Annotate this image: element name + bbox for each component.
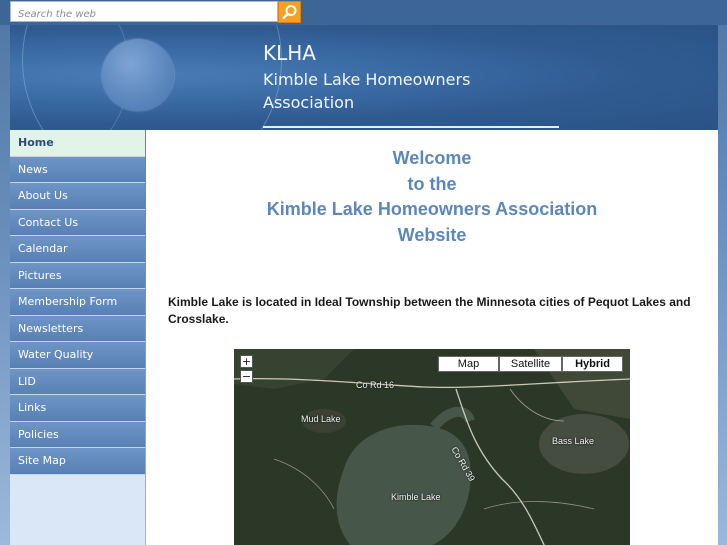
welcome-heading: Welcome to the Kimble Lake Homeowners As…	[146, 146, 718, 248]
nav-item-about-us[interactable]: About Us	[10, 183, 145, 210]
welcome-line: Welcome	[392, 148, 472, 168]
search-icon	[282, 5, 296, 20]
nav-item-contact-us[interactable]: Contact Us	[10, 209, 145, 236]
search-input[interactable]	[11, 5, 277, 24]
sidebar-nav: Home News About Us Contact Us Calendar P…	[10, 130, 145, 545]
nav-item-news[interactable]: News	[10, 156, 145, 183]
welcome-line: Kimble Lake Homeowners Association	[266, 199, 598, 219]
header-divider	[263, 126, 559, 128]
welcome-line: to the	[407, 173, 457, 194]
map-type-hybrid-button[interactable]: Hybrid	[562, 356, 623, 372]
nav-item-site-map[interactable]: Site Map	[10, 448, 145, 475]
satellite-map[interactable]: + − Map Satellite Hybrid Co Rd 16 Co Rd …	[234, 349, 630, 545]
nav-item-lid[interactable]: LID	[10, 368, 145, 395]
map-label-bass-lake: Bass Lake	[552, 436, 595, 446]
nav-item-links[interactable]: Links	[10, 395, 145, 422]
search-button[interactable]	[278, 1, 301, 23]
site-header: KLHA Kimble Lake Homeowners Association	[10, 25, 718, 130]
nav-item-policies[interactable]: Policies	[10, 421, 145, 448]
header-logo-circle	[102, 39, 174, 111]
main-content: Welcome to the Kimble Lake Homeowners As…	[146, 130, 718, 545]
nav-item-membership-form[interactable]: Membership Form	[10, 289, 145, 316]
map-zoom-in-button[interactable]: +	[240, 355, 253, 368]
welcome-line: Website	[397, 224, 467, 245]
map-label-kimble-lake: Kimble Lake	[391, 492, 441, 502]
map-zoom-out-button[interactable]: −	[240, 370, 253, 383]
map-label-road: Co Rd 16	[356, 380, 395, 390]
nav-item-calendar[interactable]: Calendar	[10, 236, 145, 263]
nav-item-water-quality[interactable]: Water Quality	[10, 342, 145, 369]
site-abbreviation: KLHA	[263, 41, 316, 65]
map-type-satellite-button[interactable]: Satellite	[499, 356, 562, 372]
search-box	[10, 1, 278, 24]
site-name: Kimble Lake Homeowners Association	[263, 70, 471, 112]
nav-item-newsletters[interactable]: Newsletters	[10, 315, 145, 342]
top-search-bar	[0, 0, 727, 25]
right-edge-strip	[718, 130, 727, 545]
nav-item-pictures[interactable]: Pictures	[10, 262, 145, 289]
intro-paragraph: Kimble Lake is located in Ideal Township…	[168, 295, 691, 326]
map-imagery	[234, 349, 630, 545]
map-label-mud-lake: Mud Lake	[301, 414, 341, 424]
nav-item-home[interactable]: Home	[10, 130, 145, 157]
map-type-map-button[interactable]: Map	[438, 356, 499, 372]
